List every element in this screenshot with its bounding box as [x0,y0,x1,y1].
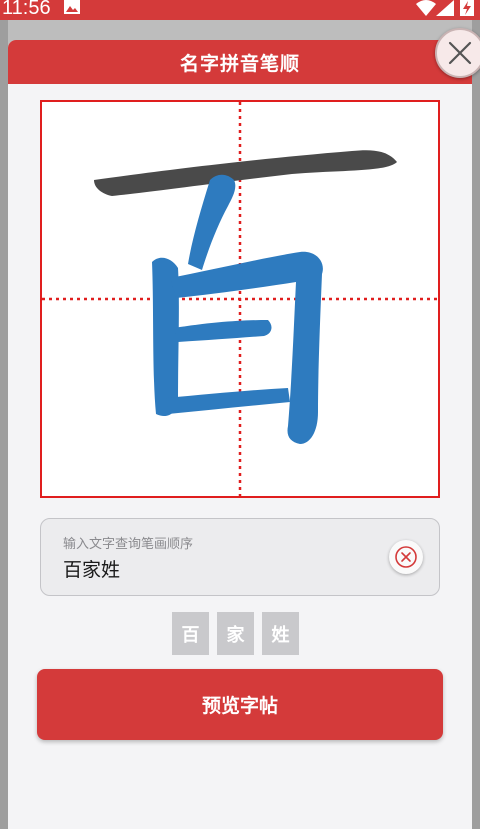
stroke-bottom-horizontal [166,388,290,414]
preview-copybook-button[interactable]: 预览字帖 [37,669,443,740]
close-button[interactable] [435,28,480,78]
close-icon [448,41,472,65]
stroke-left-falling [188,174,236,270]
stroke-middle-horizontal [174,320,272,342]
status-time: 11:56 [2,0,51,19]
stroke-top-fold [170,251,323,444]
signal-icon [436,0,454,16]
backdrop-right [472,20,480,829]
dialog-title: 名字拼音笔顺 [179,52,300,75]
stroke-order-dialog: 名字拼音笔顺 输入文字查询笔画顺序 百家姓 百 家 姓 预览字帖 [8,40,472,829]
character-chips: 百 家 姓 [172,612,300,656]
backdrop-left [0,20,8,829]
search-input[interactable]: 百家姓 [63,555,120,582]
dialog-header: 名字拼音笔顺 [8,40,472,84]
stroke-order-graphic [42,102,438,496]
image-icon [64,0,80,14]
clear-button[interactable] [389,540,423,574]
search-input-container[interactable]: 输入文字查询笔画顺序 百家姓 [40,518,440,596]
char-chip[interactable]: 姓 [262,612,299,655]
stroke-horizontal [94,150,397,196]
char-chip[interactable]: 百 [172,612,209,655]
char-chip-label: 百 [181,624,200,646]
search-input-label: 输入文字查询笔画顺序 [63,537,194,552]
char-chip-label: 家 [226,624,245,646]
wifi-icon [416,0,436,16]
stroke-order-board [40,100,440,498]
clear-circle-icon [395,546,417,568]
char-chip-label: 姓 [271,624,290,646]
battery-charging-icon [460,0,474,16]
preview-button-label: 预览字帖 [201,695,278,717]
status-bar: 11:56 [0,0,480,20]
char-chip[interactable]: 家 [217,612,254,655]
